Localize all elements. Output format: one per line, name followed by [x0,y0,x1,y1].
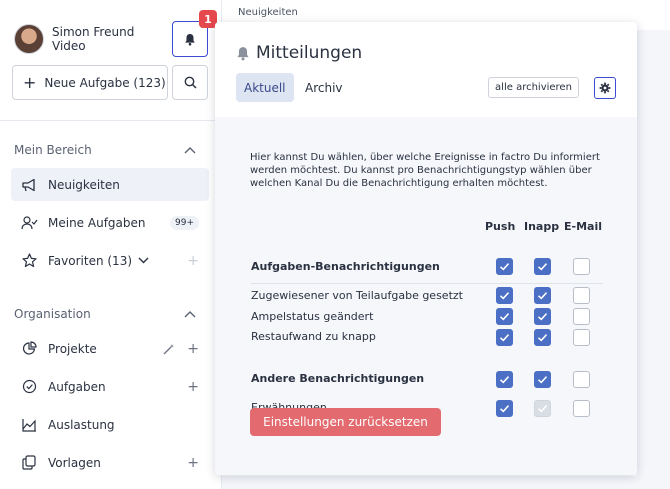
section-mein-bereich[interactable]: Mein Bereich [14,143,196,157]
pie-chart-icon [20,340,38,358]
add-favorite-button[interactable]: + [187,253,199,269]
inapp-checkbox [534,400,551,417]
column-inapp: Inapp [524,220,560,233]
inapp-checkbox[interactable] [534,329,551,346]
push-checkbox[interactable] [496,258,513,275]
chevron-down-icon[interactable] [138,257,149,264]
bell-icon [236,46,250,61]
sidebar-item-meine-aufgaben[interactable]: Meine Aufgaben 99+ [11,206,209,239]
new-task-button[interactable]: + Neue Aufgabe (123) [12,65,168,100]
section-mein-bereich-label: Mein Bereich [14,143,92,157]
sidebar-item-label: Projekte [48,341,97,356]
setting-row-label: Restaufwand zu knapp [251,330,376,343]
popover-title-text: Mitteilungen [256,43,363,63]
count-badge: 99+ [170,215,199,230]
main-background [637,30,670,489]
notification-settings-panel: Hier kannst Du wählen, über welche Ereig… [215,117,637,475]
setting-row-label: Andere Benachrichtigungen [251,372,425,385]
email-checkbox[interactable] [573,329,590,346]
push-checkbox[interactable] [496,329,513,346]
notifications-popover: Mitteilungen Aktuell Archiv alle archivi… [215,22,637,475]
inapp-checkbox[interactable] [534,258,551,275]
push-checkbox[interactable] [496,371,513,388]
inapp-checkbox[interactable] [534,371,551,388]
bell-icon [185,33,195,45]
section-organisation-label: Organisation [14,307,91,321]
section-organisation[interactable]: Organisation [14,307,196,321]
megaphone-icon [20,176,38,194]
check-circle-icon [20,378,38,396]
setting-row-label: Zugewiesener von Teilaufgabe gesetzt [251,289,463,302]
sidebar: Simon Freund Video 1 + Neue Aufgabe (123… [0,0,222,489]
user-subtitle: Video [52,39,86,53]
inapp-checkbox[interactable] [534,287,551,304]
chevron-up-icon [184,147,196,154]
new-task-label: Neue Aufgabe (123) [44,75,166,90]
sidebar-item-vorlagen[interactable]: Vorlagen + [11,446,209,479]
push-checkbox[interactable] [496,400,513,417]
tab-aktuell[interactable]: Aktuell [236,73,294,102]
sidebar-divider [0,120,221,121]
tab-archiv[interactable]: Archiv [297,73,351,102]
push-checkbox[interactable] [496,308,513,325]
sidebar-item-neuigkeiten[interactable]: Neuigkeiten [11,168,209,201]
column-push: Push [485,220,516,233]
settings-button[interactable] [594,77,616,99]
add-project-button[interactable]: + [187,341,199,357]
popover-title: Mitteilungen [236,43,362,63]
sidebar-item-label: Vorlagen [48,455,101,470]
sidebar-item-label: Favoriten (13) [48,253,133,268]
sidebar-item-label: Meine Aufgaben [48,215,146,230]
sidebar-item-aufgaben[interactable]: Aufgaben + [11,370,209,403]
area-chart-icon [20,416,38,434]
email-checkbox[interactable] [573,308,590,325]
setting-row-label: Aufgaben-Benachrichtigungen [251,260,440,273]
main-background-bottom [222,476,670,489]
setting-row-label: Ampelstatus geändert [251,310,374,323]
push-checkbox[interactable] [496,287,513,304]
plus-icon: + [23,73,37,92]
add-task-button[interactable]: + [187,379,199,395]
avatar [14,24,44,54]
search-icon [184,76,197,89]
row-divider [251,283,603,284]
email-checkbox[interactable] [573,400,590,417]
gear-icon [599,82,611,94]
sidebar-item-label: Neuigkeiten [48,177,120,192]
email-checkbox[interactable] [573,287,590,304]
email-checkbox[interactable] [573,258,590,275]
user-profile[interactable]: Simon Freund Video [14,24,134,54]
sidebar-item-label: Auslastung [48,417,115,432]
column-email: E-Mail [564,220,602,233]
sidebar-item-auslastung[interactable]: Auslastung [11,408,209,441]
search-button[interactable] [172,65,208,100]
popover-header: Mitteilungen Aktuell Archiv alle archivi… [215,22,637,117]
star-icon [20,252,38,270]
sidebar-item-projekte[interactable]: Projekte + [11,332,209,365]
email-checkbox[interactable] [573,371,590,388]
magic-wand-icon[interactable] [163,343,175,355]
sidebar-item-favoriten[interactable]: Favoriten (13) + [11,244,209,277]
sidebar-item-label: Aufgaben [48,379,106,394]
add-template-button[interactable]: + [187,455,199,471]
inapp-checkbox[interactable] [534,308,551,325]
settings-description: Hier kannst Du wählen, über welche Ereig… [250,152,600,189]
user-check-icon [20,214,38,232]
chevron-up-icon [184,311,196,318]
reset-settings-button[interactable]: Einstellungen zurücksetzen [250,408,441,436]
user-name: Simon Freund [52,25,135,39]
breadcrumb[interactable]: Neuigkeiten [238,7,298,18]
copy-icon [20,454,38,472]
archive-all-button[interactable]: alle archivieren [488,77,579,98]
